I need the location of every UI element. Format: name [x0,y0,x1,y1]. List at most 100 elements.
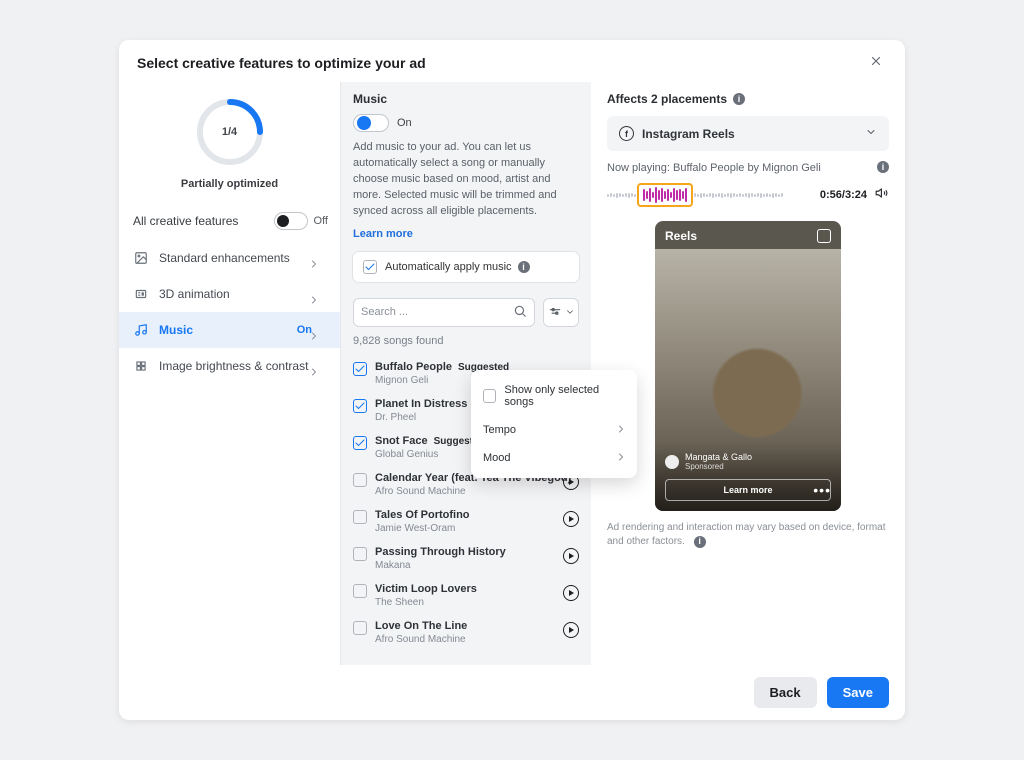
all-features-label: All creative features [133,214,238,228]
audio-waveform[interactable] [607,183,812,207]
checkbox-icon [483,389,496,403]
brightness-icon [133,358,149,374]
song-title: Passing Through History [375,546,506,558]
sidebar-item-label: Standard enhancements [159,251,290,265]
modal-footer: Back Save [119,665,905,720]
back-button[interactable]: Back [754,677,817,708]
info-icon[interactable]: i [733,93,745,105]
song-title: Love On The Line [375,620,467,632]
info-icon[interactable]: i [877,161,889,173]
song-title: Tales Of Portofino [375,509,470,521]
song-row[interactable]: Victim Loop Lovers The Sheen [353,577,579,614]
song-artist: Jamie West-Oram [375,523,470,534]
song-artist: The Sheen [375,597,477,608]
song-row[interactable]: Love On The Line Afro Sound Machine [353,614,579,651]
song-checkbox[interactable] [353,510,367,524]
sidebar-item-3d-animation[interactable]: 3D animation [119,276,340,312]
play-button[interactable] [563,622,579,638]
preview-panel: Affects 2 placements i f Instagram Reels… [591,82,905,665]
song-checkbox[interactable] [353,621,367,635]
modal-header: Select creative features to optimize you… [119,40,905,82]
filter-mood[interactable]: Mood [471,444,637,472]
play-button[interactable] [563,548,579,564]
sidebar-item-label: Music [159,323,193,337]
sidebar-item-brightness-contrast[interactable]: Image brightness & contrast [119,348,340,384]
music-icon [133,322,149,338]
preview-sponsor: Sponsored [685,462,752,471]
progress-fraction: 1/4 [194,96,266,168]
song-checkbox[interactable] [353,473,367,487]
placement-selector[interactable]: f Instagram Reels [607,116,889,151]
song-checkbox[interactable] [353,584,367,598]
chevron-down-icon [865,126,877,141]
sidebar: 1/4 Partially optimized All creative fea… [119,82,341,665]
music-toggle[interactable] [353,114,389,132]
creative-features-modal: Select creative features to optimize you… [119,40,905,720]
filter-show-selected[interactable]: Show only selected songs [471,376,637,416]
progress-section: 1/4 Partially optimized [119,88,340,206]
play-button[interactable] [563,511,579,527]
camera-icon [817,229,831,243]
search-icon [513,304,527,321]
enhancements-icon [133,250,149,266]
checkbox-checked-icon [363,260,377,274]
instagram-icon: f [619,126,634,141]
filter-popover: Show only selected songs Tempo Mood [471,370,637,478]
song-title: Snot FaceSuggested [375,435,485,447]
modal-title: Select creative features to optimize you… [137,55,426,71]
sidebar-top-row: All creative features Off [119,206,340,240]
auto-apply-row[interactable]: Automatically apply music i [353,252,579,282]
sidebar-item-music[interactable]: Music On [119,312,340,348]
waveform-selection[interactable] [637,183,693,207]
song-artist: Global Genius [375,449,485,460]
song-checkbox[interactable] [353,399,367,413]
reels-label: Reels [665,229,697,243]
filter-tempo[interactable]: Tempo [471,416,637,444]
play-button[interactable] [563,585,579,601]
songs-found-label: 9,828 songs found [353,335,579,347]
progress-caption: Partially optimized [181,178,278,190]
music-description: Add music to your ad. You can let us aut… [353,140,579,220]
reel-preview: Reels Mangata & Gallo Sponsored Learn mo… [655,221,841,511]
preview-cta[interactable]: Learn more [665,479,831,501]
song-row[interactable]: Tales Of Portofino Jamie West-Oram [353,503,579,540]
learn-more-link[interactable]: Learn more [353,228,413,240]
preview-user: Mangata & Gallo [685,452,752,462]
song-artist: Makana [375,560,506,571]
audio-waveform-row: 0:56/3:24 [607,183,889,207]
info-icon[interactable]: i [694,536,706,548]
volume-icon[interactable] [875,186,889,205]
disclaimer: Ad rendering and interaction may vary ba… [607,521,889,549]
sidebar-item-label: Image brightness & contrast [159,359,308,373]
all-features-toggle[interactable] [274,212,308,230]
song-checkbox[interactable] [353,547,367,561]
progress-ring: 1/4 [194,96,266,168]
toggle-off-label: Off [314,215,328,227]
sidebar-item-standard-enhancements[interactable]: Standard enhancements [119,240,340,276]
search-placeholder: Search ... [361,306,408,318]
song-row[interactable]: Passing Through History Makana [353,540,579,577]
chevron-right-icon [615,451,627,466]
song-title: Victim Loop Lovers [375,583,477,595]
info-icon[interactable]: i [518,261,530,273]
auto-apply-label: Automatically apply music [385,261,512,273]
song-artist: Afro Sound Machine [375,634,467,645]
3d-icon [133,286,149,302]
close-button[interactable] [869,54,887,72]
chevron-right-icon [615,423,627,438]
sidebar-item-label: 3D animation [159,287,230,301]
song-artist: Afro Sound Machine [375,486,571,497]
save-button[interactable]: Save [827,677,889,708]
audio-time: 0:56/3:24 [820,189,867,201]
song-checkbox[interactable] [353,362,367,376]
song-search-input[interactable]: Search ... [353,298,535,327]
music-section-title: Music [353,92,579,106]
affects-label: Affects 2 placements i [607,92,889,106]
more-icon: ••• [813,482,831,498]
filter-button[interactable] [543,298,579,327]
music-settings-panel: Music On Add music to your ad. You can l… [341,82,591,665]
now-playing: Now playing: Buffalo People by Mignon Ge… [607,161,889,175]
music-toggle-label: On [397,117,412,129]
song-checkbox[interactable] [353,436,367,450]
avatar [665,455,679,469]
